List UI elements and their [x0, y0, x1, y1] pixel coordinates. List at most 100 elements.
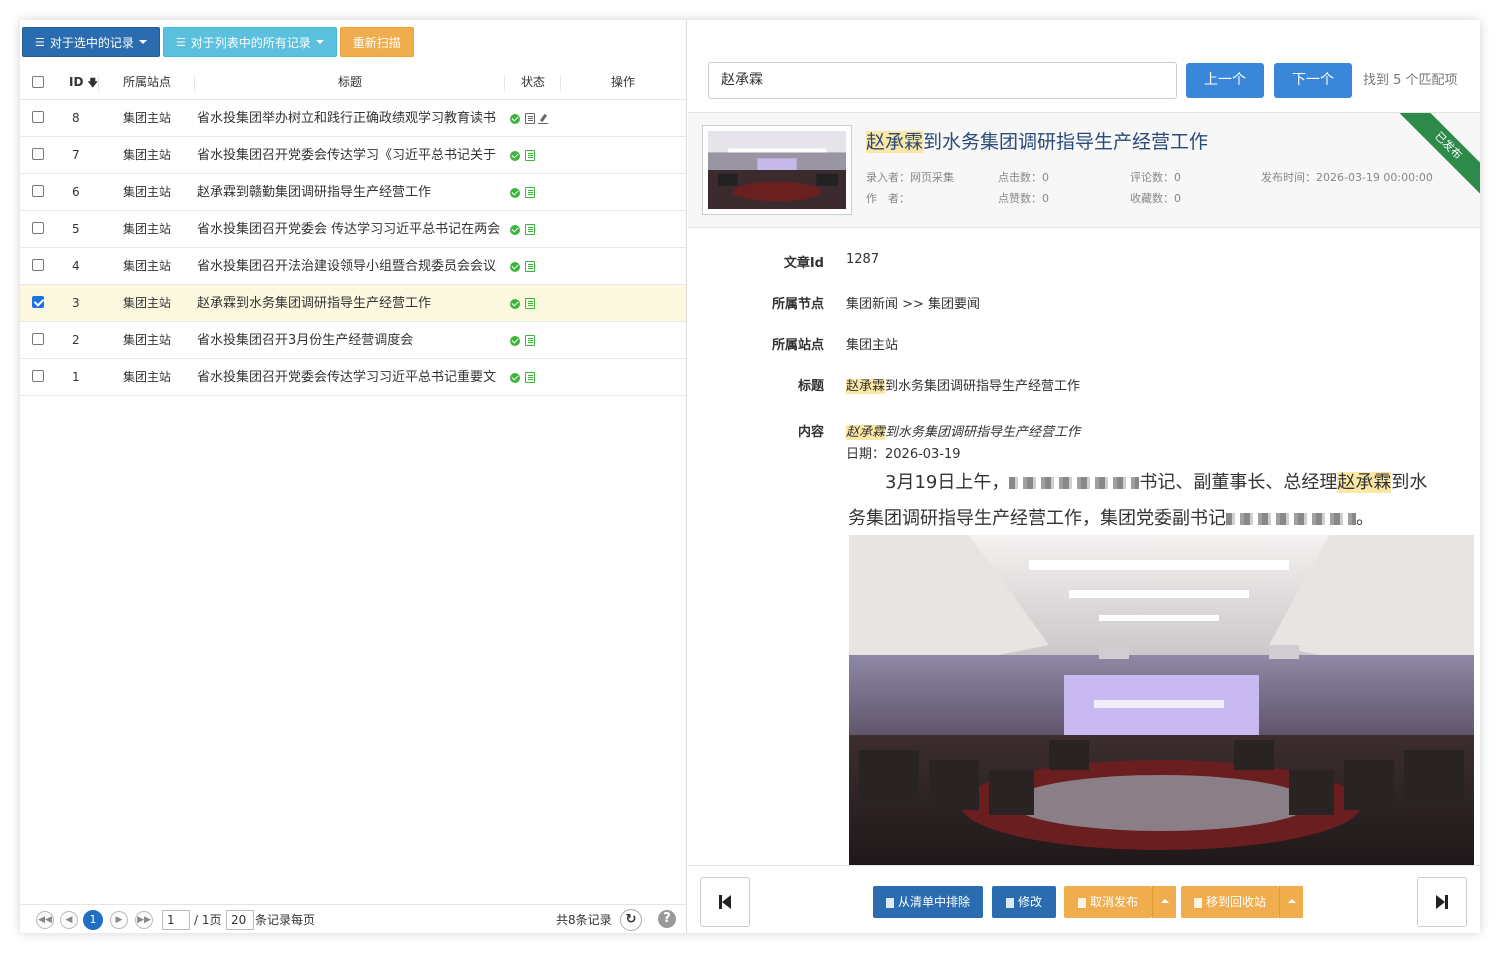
prev-match-button[interactable]: 上一个	[1186, 63, 1264, 98]
row-checkbox[interactable]	[32, 296, 44, 308]
table-row[interactable]: 8 集团主站 省水投集团举办树立和践行正确政绩观学习教育读书	[20, 100, 686, 137]
last-page-icon[interactable]: ▶▶	[135, 911, 153, 929]
title-rest: 到水务集团调研指导生产经营工作	[923, 131, 1209, 153]
table-row[interactable]: 6 集团主站 赵承霖到赣勤集团调研指导生产经营工作	[20, 174, 686, 211]
row-title[interactable]: 省水投集团召开党委会 传达学习习近平总书记在两会	[197, 211, 505, 248]
table-row[interactable]: 4 集团主站 省水投集团召开法治建设领导小组暨合规委员会会议	[20, 248, 686, 285]
table-row[interactable]: 3 集团主站 赵承霖到水务集团调研指导生产经营工作	[20, 285, 686, 322]
unpublish-button[interactable]: 取消发布	[1064, 886, 1152, 918]
first-page-icon[interactable]: ◀◀	[36, 911, 54, 929]
selected-records-dropdown[interactable]: ☰ 对于选中的记录	[22, 27, 160, 57]
prev-page-icon[interactable]: ◀	[60, 911, 78, 929]
caret-up-icon	[1288, 899, 1296, 903]
row-checkbox[interactable]	[32, 370, 44, 382]
rescan-button[interactable]: 重新扫描	[339, 27, 414, 57]
title-value-rest: 到水务集团调研指导生产经营工作	[885, 379, 1081, 394]
row-title[interactable]: 赵承霖到水务集团调研指导生产经营工作	[197, 285, 505, 322]
content-date: 日期：2026-03-19	[846, 447, 961, 462]
row-checkbox[interactable]	[32, 111, 44, 123]
column-id[interactable]: ID 🡇	[69, 64, 98, 100]
caret-up-icon	[1161, 899, 1169, 903]
content-paragraph-line2: 务集团调研指导生产经营工作，集团党委副书记 。	[848, 504, 1374, 530]
column-site[interactable]: 所属站点	[123, 64, 171, 100]
row-site: 集团主站	[123, 296, 172, 310]
row-checkbox[interactable]	[32, 148, 44, 160]
article-header-card: 赵承霖到水务集团调研指导生产经营工作 录入者：网页采集 作 者： 点击数：0 点…	[688, 112, 1480, 228]
row-checkbox[interactable]	[32, 185, 44, 197]
meeting-room-image	[849, 535, 1474, 865]
row-title[interactable]: 省水投集团召开3月份生产经营调度会	[197, 322, 505, 359]
next-page-icon[interactable]: ▶	[110, 911, 128, 929]
next-match-button[interactable]: 下一个	[1274, 63, 1352, 98]
skip-forward-icon	[1436, 895, 1448, 909]
edit-icon[interactable]	[538, 114, 548, 124]
row-status	[510, 359, 535, 396]
help-icon[interactable]: ?	[658, 910, 676, 928]
row-title[interactable]: 省水投集团举办树立和践行正确政绩观学习教育读书	[197, 100, 505, 137]
row-title[interactable]: 赵承霖到赣勤集团调研指导生产经营工作	[197, 174, 505, 211]
previous-article-button[interactable]	[700, 877, 750, 927]
row-title[interactable]: 省水投集团召开党委会传达学习习近平总书记重要文	[197, 359, 505, 396]
per-page-text: 条记录每页	[255, 913, 316, 927]
recycle-dropdown-toggle[interactable]	[1279, 886, 1303, 918]
article-id-label: 文章Id	[783, 256, 824, 271]
published-check-icon	[510, 298, 520, 309]
table-row[interactable]: 7 集团主站 省水投集团召开党委会传达学习《习近平总书记关于	[20, 137, 686, 174]
select-all-checkbox[interactable]	[32, 76, 44, 88]
document-edit-icon[interactable]	[525, 224, 535, 235]
comments-meta: 评论数：0	[1130, 169, 1181, 185]
document-icon[interactable]	[525, 113, 535, 124]
document-edit-icon[interactable]	[525, 261, 535, 272]
row-status	[510, 100, 548, 137]
document-edit-icon[interactable]	[525, 298, 535, 309]
batch-icon: ☰	[35, 35, 45, 49]
sort-down-icon: 🡇	[87, 78, 98, 89]
clicks-label: 点击数：	[998, 171, 1042, 184]
caret-down-icon	[138, 40, 147, 44]
document-edit-icon[interactable]	[525, 187, 535, 198]
row-site: 集团主站	[123, 259, 172, 273]
clicks-value: 0	[1042, 171, 1049, 184]
refresh-icon[interactable]: ↻	[620, 909, 642, 931]
document-edit-icon[interactable]	[525, 335, 535, 346]
row-checkbox[interactable]	[32, 259, 44, 271]
unpublish-dropdown-toggle[interactable]	[1152, 886, 1176, 918]
page-size-input[interactable]: 20	[226, 910, 254, 930]
redacted-name	[1009, 477, 1140, 489]
file-icon	[1193, 897, 1202, 908]
row-checkbox[interactable]	[32, 222, 44, 234]
table-row[interactable]: 5 集团主站 省水投集团召开党委会 传达学习习近平总书记在两会	[20, 211, 686, 248]
comments-value: 0	[1174, 171, 1181, 184]
article-detail-panel: 赵承霖 上一个 下一个 找到 5 个匹配项 赵承霖到水务集团调研指导生产经营工作…	[688, 20, 1480, 933]
site-value: 集团主站	[846, 338, 899, 353]
document-edit-icon[interactable]	[525, 150, 535, 161]
column-title[interactable]: 标题	[338, 64, 362, 100]
current-page-button[interactable]: 1	[83, 910, 103, 930]
edit-button[interactable]: 修改	[992, 886, 1056, 918]
all-records-dropdown[interactable]: ☰ 对于列表中的所有记录	[162, 27, 337, 57]
row-title[interactable]: 省水投集团召开党委会传达学习《习近平总书记关于	[197, 137, 505, 174]
move-to-recycle-button[interactable]: 移到回收站	[1181, 886, 1279, 918]
column-status[interactable]: 状态	[521, 64, 545, 100]
writer-label: 作 者：	[866, 192, 910, 205]
document-edit-icon[interactable]	[525, 372, 535, 383]
row-title[interactable]: 省水投集团召开法治建设领导小组暨合规委员会会议	[197, 248, 505, 285]
caret-down-icon	[315, 40, 324, 44]
table-row[interactable]: 1 集团主站 省水投集团召开党委会传达学习习近平总书记重要文	[20, 359, 686, 396]
row-id: 4	[72, 259, 80, 273]
site-label: 所属站点	[771, 338, 824, 353]
action-bar: 从清单中排除 修改 取消发布 移到回收站	[688, 865, 1480, 933]
search-input[interactable]: 赵承霖	[708, 62, 1177, 99]
row-site: 集团主站	[123, 148, 172, 162]
table-row[interactable]: 2 集团主站 省水投集团召开3月份生产经营调度会	[20, 322, 686, 359]
redacted-name	[1226, 513, 1356, 525]
title-highlight: 赵承霖	[866, 131, 924, 153]
next-article-button[interactable]	[1417, 877, 1467, 927]
page-number-input[interactable]: 1	[162, 910, 190, 930]
remove-from-list-button[interactable]: 从清单中排除	[873, 886, 983, 918]
favorites-value: 0	[1174, 192, 1181, 205]
title-label: 标题	[797, 379, 824, 394]
author-label: 录入者：	[866, 171, 910, 184]
row-checkbox[interactable]	[32, 333, 44, 345]
comments-label: 评论数：	[1130, 171, 1174, 184]
